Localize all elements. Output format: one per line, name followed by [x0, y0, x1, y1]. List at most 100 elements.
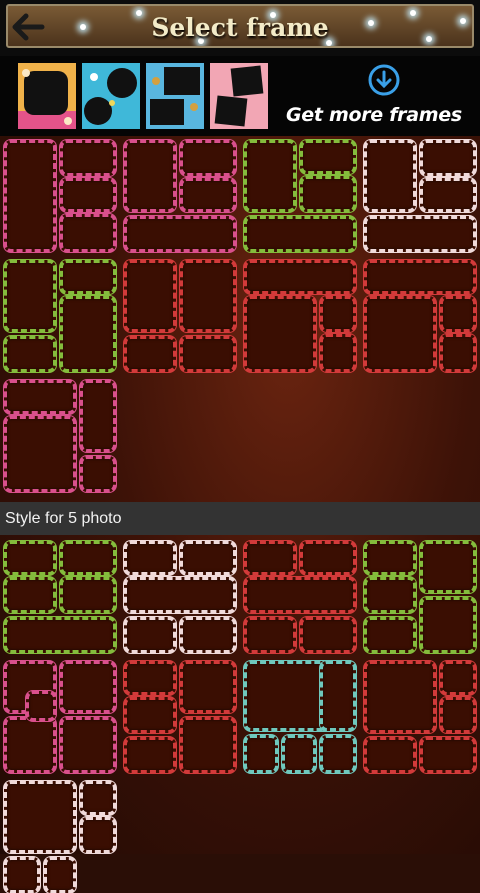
photo-slot	[300, 140, 356, 174]
photo-slot	[180, 178, 236, 212]
photo-slot	[440, 697, 476, 733]
frame-layout-5-photo-5[interactable]	[4, 661, 116, 773]
frame-layout-5-photo-9[interactable]	[4, 781, 116, 893]
photo-slot	[4, 380, 76, 414]
photo-slot	[300, 541, 356, 575]
frame-thumb-orange-cake[interactable]	[18, 63, 76, 129]
photo-slot	[320, 296, 356, 332]
photo-slot	[60, 296, 116, 372]
photo-slot	[4, 541, 56, 575]
photo-slot	[364, 260, 476, 294]
frame-layout-5-photo-1[interactable]	[4, 541, 116, 653]
photo-slot	[180, 617, 236, 653]
frame-layout-1[interactable]	[4, 140, 116, 252]
photo-slot	[60, 178, 116, 212]
photo-slot	[4, 260, 56, 332]
frame-layout-grid-5-photo	[0, 541, 480, 893]
photo-slot	[124, 737, 176, 773]
photo-slot	[282, 735, 316, 773]
photo-slot	[440, 334, 476, 372]
photo-slot	[244, 541, 296, 575]
photo-slot	[244, 216, 356, 252]
photo-slot	[420, 178, 476, 212]
frame-layout-2[interactable]	[124, 140, 236, 252]
download-circle-icon	[368, 64, 400, 96]
photo-slot	[300, 176, 356, 212]
app-header: Select frame	[0, 0, 480, 56]
section-label: Style for 5 photo	[5, 510, 122, 527]
photo-slot	[124, 541, 176, 575]
photo-slot	[244, 140, 296, 212]
frame-layout-4[interactable]	[364, 140, 476, 252]
frame-strip: Get more frames	[0, 56, 480, 136]
photo-slot	[320, 334, 356, 372]
photo-slot	[26, 691, 56, 721]
photo-slot	[364, 140, 416, 212]
photo-slot	[180, 140, 236, 176]
photo-slot	[440, 296, 476, 332]
photo-slot	[60, 717, 116, 773]
frame-layout-5-photo-7[interactable]	[244, 661, 356, 773]
photo-slot	[364, 296, 436, 372]
photo-slot	[364, 216, 476, 252]
photo-slot	[364, 661, 436, 733]
get-more-frames-button[interactable]: Get more frames	[282, 62, 478, 132]
frame-layout-5-photo-2[interactable]	[124, 541, 236, 653]
frame-layout-7[interactable]	[244, 260, 356, 372]
photo-slot	[244, 735, 278, 773]
photo-slot	[124, 697, 176, 733]
photo-slot	[60, 661, 116, 713]
photo-slot	[124, 260, 176, 332]
section-header: Style for 5 photo	[0, 502, 480, 535]
photo-slot	[244, 296, 316, 372]
photo-slot	[180, 717, 236, 773]
frame-layout-5[interactable]	[4, 260, 116, 372]
frame-layout-5-photo-8[interactable]	[364, 661, 476, 773]
photo-slot	[60, 140, 116, 176]
frame-layout-8[interactable]	[364, 260, 476, 372]
frame-layout-5-photo-3[interactable]	[244, 541, 356, 653]
photo-slot	[420, 541, 476, 593]
photo-slot	[124, 216, 236, 252]
frame-thumb-blue-circles[interactable]	[82, 63, 140, 129]
frame-thumb-pink-tilted[interactable]	[210, 63, 268, 129]
frame-layout-6[interactable]	[124, 260, 236, 372]
photo-slot	[180, 336, 236, 372]
photo-slot	[80, 817, 116, 853]
photo-slot	[4, 717, 56, 773]
frame-layout-3[interactable]	[244, 140, 356, 252]
photo-slot	[180, 541, 236, 575]
photo-slot	[124, 336, 176, 372]
photo-slot	[320, 661, 356, 731]
photo-slot	[4, 617, 116, 653]
page-title: Select frame	[151, 13, 329, 42]
photo-slot	[4, 336, 56, 372]
frame-thumb-blue-stars[interactable]	[146, 63, 204, 129]
photo-slot	[420, 140, 476, 176]
frame-layout-grid-top	[0, 140, 480, 498]
photo-slot	[364, 617, 416, 653]
photo-slot	[60, 541, 116, 575]
photo-slot	[4, 781, 76, 853]
photo-slot	[60, 260, 116, 294]
photo-slot	[80, 380, 116, 452]
photo-slot	[364, 541, 416, 575]
photo-slot	[124, 617, 176, 653]
frame-layout-5-photo-4[interactable]	[364, 541, 476, 653]
photo-slot	[4, 857, 40, 893]
photo-slot	[320, 735, 356, 773]
photo-slot	[420, 597, 476, 653]
photo-slot	[244, 617, 296, 653]
photo-slot	[300, 617, 356, 653]
photo-slot	[124, 661, 176, 695]
photo-slot	[364, 737, 416, 773]
photo-slot	[440, 661, 476, 695]
photo-slot	[364, 577, 416, 613]
photo-slot	[420, 737, 476, 773]
photo-slot	[180, 260, 236, 332]
photo-slot	[180, 661, 236, 713]
get-more-frames-label: Get more frames	[286, 104, 462, 126]
photo-slot	[4, 140, 56, 252]
frame-layout-9[interactable]	[4, 380, 116, 492]
frame-layout-5-photo-6[interactable]	[124, 661, 236, 773]
